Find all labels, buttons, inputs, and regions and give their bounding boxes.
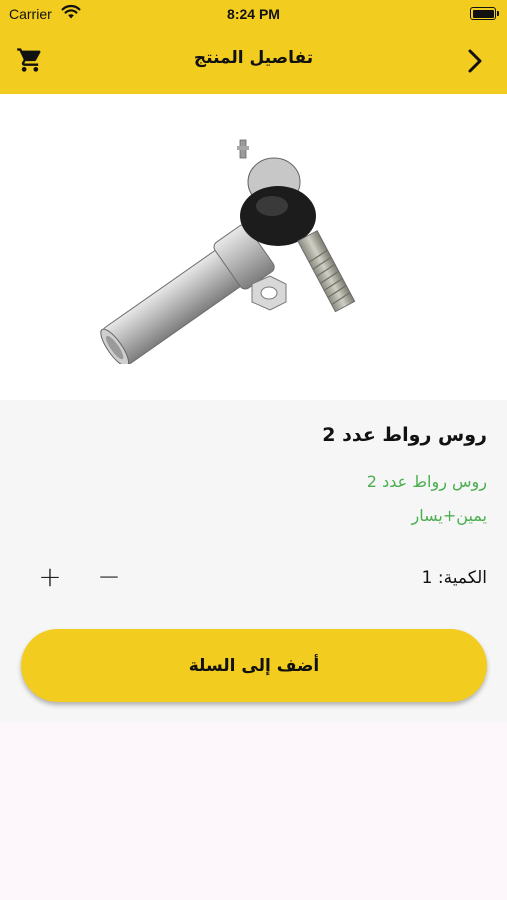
status-bar: Carrier 8:24 PM <box>0 0 507 28</box>
quantity-label: الكمية: 1 <box>421 568 487 588</box>
decrease-quantity-button[interactable]: − <box>96 563 122 591</box>
product-description-line: يمين+يسار <box>411 506 487 525</box>
battery-icon <box>470 7 499 20</box>
page-title: تفاصيل المنتج <box>193 48 314 68</box>
status-time: 8:24 PM <box>227 6 280 22</box>
chevron-right-icon[interactable] <box>465 48 485 74</box>
header-bar: Carrier 8:24 PM تفاصيل المنتج <box>0 0 507 94</box>
add-to-cart-button[interactable]: أضف إلى السلة <box>21 629 487 702</box>
product-image <box>100 139 356 364</box>
product-image-area <box>0 94 507 400</box>
product-title: روس رواط عدد 2 <box>322 424 487 446</box>
navigation-bar: تفاصيل المنتج <box>0 28 507 94</box>
increase-quantity-button[interactable]: + <box>37 563 63 591</box>
product-details: روس رواط عدد 2 روس رواط عدد 2 يمين+يسار … <box>0 400 507 722</box>
product-description-line: روس رواط عدد 2 <box>366 472 487 491</box>
